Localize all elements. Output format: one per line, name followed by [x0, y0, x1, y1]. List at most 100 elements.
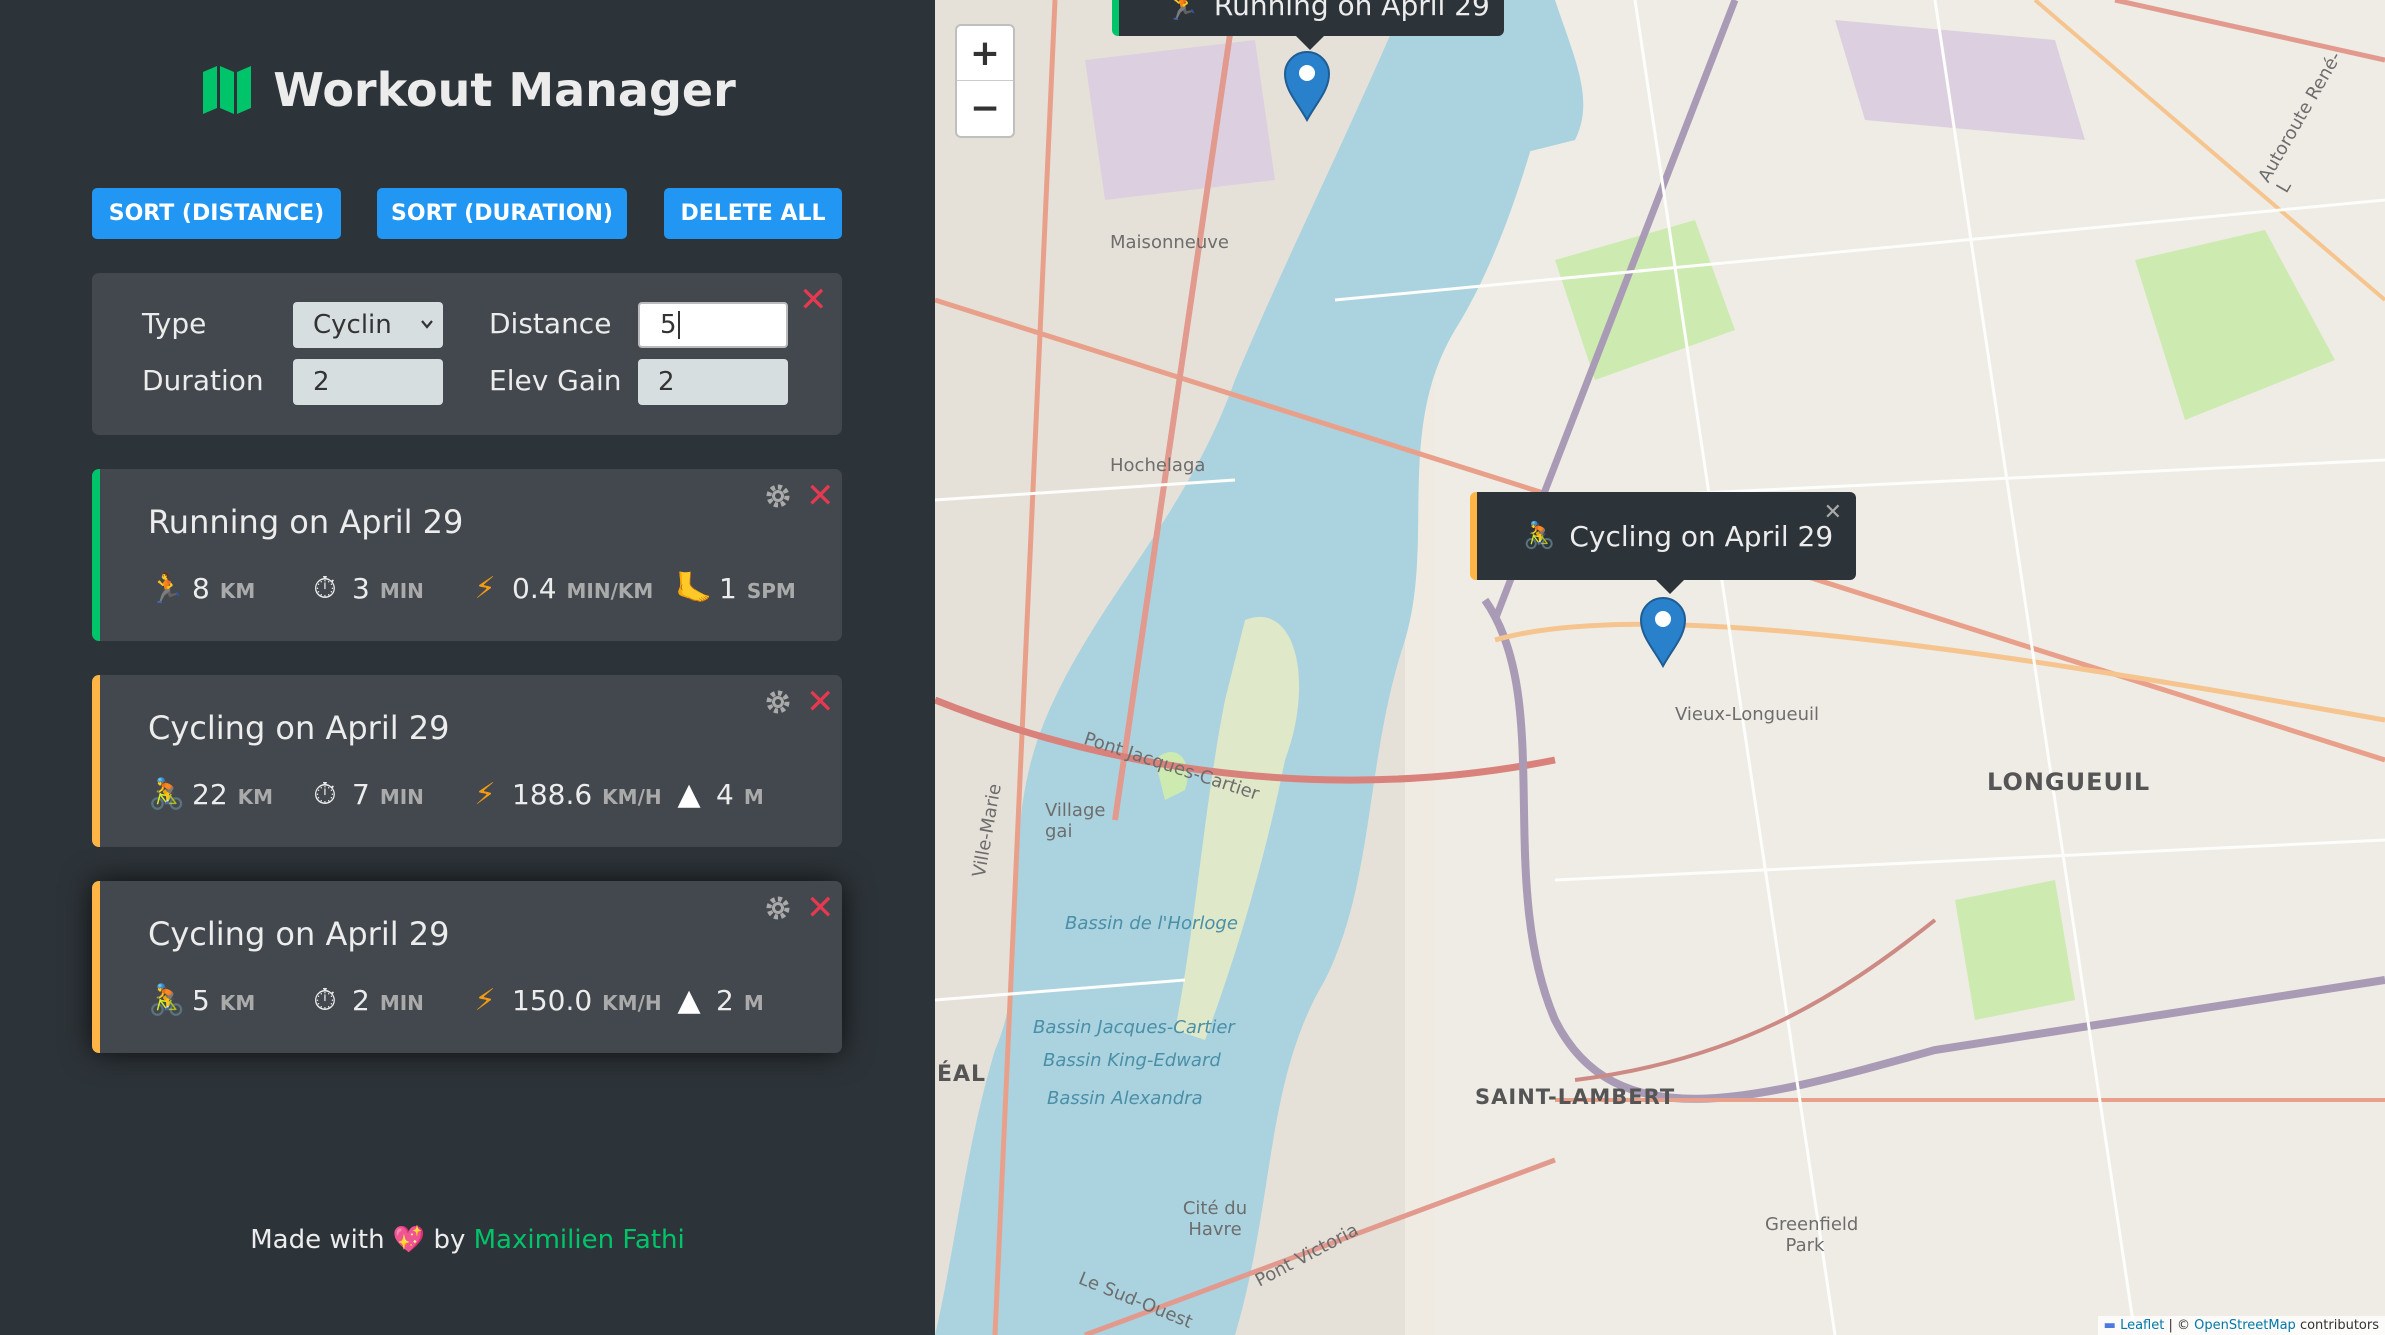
distance-value: 22 [192, 778, 228, 811]
duration-unit: MIN [379, 991, 424, 1015]
app-title: Workout Manager [273, 63, 736, 117]
stopwatch-icon: ⏱ [313, 571, 337, 606]
footer-made-with: Made with [250, 1225, 385, 1255]
popup-tip [1655, 579, 1685, 594]
map-label: Hochelaga [1110, 455, 1206, 476]
popup-close-icon[interactable]: ✕ [1824, 500, 1842, 525]
distance-input[interactable]: 5 [638, 302, 788, 348]
mountain-icon: ▲ [677, 777, 701, 812]
cadence-value: 1 [719, 572, 737, 605]
workout-duration: ⏱ 7 MIN [308, 777, 424, 812]
duration-value: 2 [352, 984, 370, 1017]
gear-icon[interactable] [765, 689, 791, 715]
elevation-unit: M [743, 991, 764, 1015]
workout-duration: ⏱ 3 MIN [308, 571, 424, 606]
map-label: ÉAL [937, 1062, 987, 1087]
foot-icon: 🦶 [675, 571, 713, 606]
workout-card-running[interactable]: ✕ Running on April 29 🏃 8 KM ⏱ 3 MIN ⚡ 0… [92, 469, 842, 641]
elev-gain-input-value: 2 [658, 367, 675, 397]
map-marker-icon[interactable] [1282, 50, 1332, 122]
workout-elevation: ▲ 2 M [672, 983, 764, 1018]
map-popup-cycling[interactable]: 🚴 Cycling on April 29 ✕ [1470, 492, 1856, 594]
map-attribution: ▬ Leaflet | © OpenStreetMap contributors [2097, 1316, 2385, 1335]
workout-elevation: ▲ 4 M [672, 777, 764, 812]
app-logo: Workout Manager [0, 62, 935, 118]
leaflet-link[interactable]: Leaflet [2120, 1318, 2164, 1333]
zoom-out-button[interactable]: − [957, 81, 1013, 135]
map-label: LONGUEUIL [1987, 768, 2151, 796]
duration-unit: MIN [379, 785, 424, 809]
elev-gain-input[interactable]: 2 [638, 359, 788, 405]
running-icon: 🏃 [148, 571, 186, 606]
pace-value: 0.4 [512, 572, 557, 605]
map[interactable]: Maisonneuve Hochelaga LONGUEUIL Vieux-Lo… [935, 0, 2385, 1335]
gear-icon[interactable] [765, 895, 791, 921]
author-link[interactable]: Maximilien Fathi [474, 1225, 685, 1255]
map-marker-icon[interactable] [1638, 596, 1688, 668]
workout-distance: 🏃 8 KM [148, 571, 255, 606]
sidebar: Workout Manager SORT (DISTANCE) SORT (DU… [0, 0, 935, 1335]
popup-text: Cycling on April 29 [1569, 519, 1834, 553]
duration-label: Duration [142, 364, 264, 397]
delete-all-button[interactable]: DELETE ALL [664, 188, 842, 239]
delete-workout-icon[interactable]: ✕ [806, 479, 835, 513]
duration-input[interactable]: 2 [293, 359, 443, 405]
distance-unit: KM [219, 579, 256, 603]
elevation-value: 2 [716, 984, 734, 1017]
speed-unit: KM/H [602, 991, 662, 1015]
map-popup-running[interactable]: 🏃 Running on April 29 [1112, 0, 1504, 50]
delete-workout-icon[interactable]: ✕ [806, 891, 835, 925]
speed-value: 150.0 [512, 984, 593, 1017]
cycling-icon: 🚴 [1523, 521, 1556, 551]
workout-distance: 🚴 5 KM [148, 983, 255, 1018]
duration-value: 3 [352, 572, 370, 605]
mountain-icon: ▲ [677, 983, 701, 1018]
duration-input-value: 2 [313, 367, 330, 397]
duration-value: 7 [352, 778, 370, 811]
lightning-icon: ⚡ [474, 571, 496, 606]
workout-card-cycling[interactable]: ✕ Cycling on April 29 🚴 5 KM ⏱ 2 MIN ⚡ 1… [92, 881, 842, 1053]
speed-value: 188.6 [512, 778, 593, 811]
workout-card-cycling[interactable]: ✕ Cycling on April 29 🚴 22 KM ⏱ 7 MIN ⚡ … [92, 675, 842, 847]
elev-gain-label: Elev Gain [489, 364, 622, 397]
lightning-icon: ⚡ [474, 983, 496, 1018]
sort-duration-button[interactable]: SORT (DURATION) [377, 188, 627, 239]
flag-icon: ▬ [2103, 1318, 2116, 1333]
map-label: Bassin Jacques-Cartier [1033, 1017, 1235, 1038]
popup-text: Running on April 29 [1213, 0, 1490, 22]
distance-value: 8 [192, 572, 210, 605]
footer-by: by [433, 1225, 466, 1255]
lightning-icon: ⚡ [474, 777, 496, 812]
workout-duration: ⏱ 2 MIN [308, 983, 424, 1018]
gear-icon[interactable] [765, 483, 791, 509]
cycling-icon: 🚴 [148, 983, 186, 1018]
delete-workout-icon[interactable]: ✕ [806, 685, 835, 719]
elevation-unit: M [743, 785, 764, 809]
map-label: Village gai [1045, 800, 1106, 842]
map-label: Vieux-Longueuil [1675, 704, 1819, 725]
map-label: Cité du Havre [1182, 1198, 1248, 1240]
workout-cadence: 🦶 1 SPM [675, 571, 796, 606]
osm-link[interactable]: OpenStreetMap [2194, 1318, 2296, 1333]
zoom-control: + − [955, 24, 1015, 138]
type-select[interactable]: Cyclin [293, 302, 443, 348]
workout-title: Cycling on April 29 [148, 915, 450, 953]
workout-title: Running on April 29 [148, 503, 464, 541]
map-label: Greenfield Park [1765, 1214, 1859, 1256]
attribution-sep: | © [2168, 1318, 2190, 1333]
distance-label: Distance [489, 307, 612, 340]
attribution-contrib: contributors [2299, 1318, 2379, 1333]
workout-form: Type Cyclin Distance 5 Duration 2 Elev G… [92, 273, 842, 435]
sort-distance-button[interactable]: SORT (DISTANCE) [92, 188, 341, 239]
text-cursor [677, 311, 680, 339]
close-form-icon[interactable]: ✕ [799, 283, 828, 317]
duration-unit: MIN [379, 579, 424, 603]
map-label: Bassin Alexandra [1047, 1088, 1203, 1109]
map-label: Maisonneuve [1110, 232, 1229, 253]
map-label: Bassin de l'Horloge [1065, 913, 1238, 934]
cycling-icon: 🚴 [148, 777, 186, 812]
zoom-in-button[interactable]: + [957, 26, 1013, 81]
running-icon: 🏃 [1165, 0, 1200, 22]
workout-speed: ⚡ 188.6 KM/H [468, 777, 661, 812]
pace-unit: MIN/KM [566, 579, 654, 603]
